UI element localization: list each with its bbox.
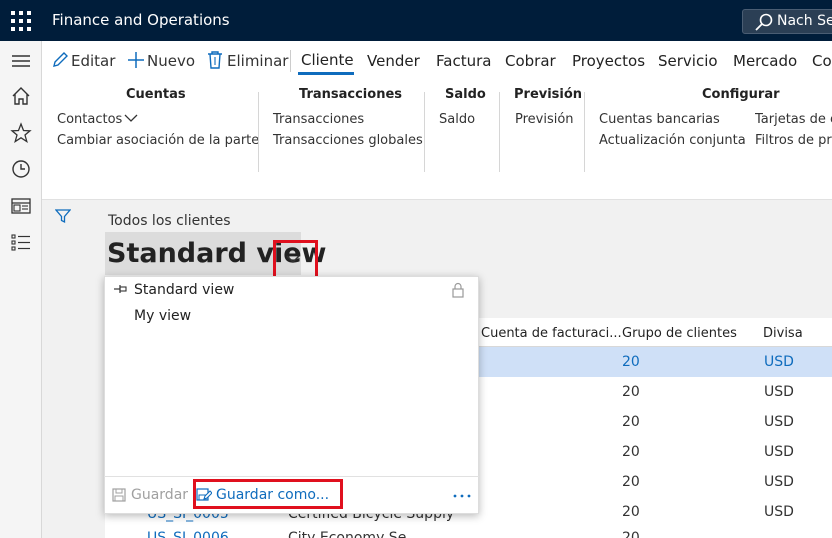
column-header[interactable]: Divisa bbox=[763, 326, 803, 341]
table-cell[interactable]: USD bbox=[764, 384, 794, 400]
view-option-my-view[interactable]: My view bbox=[134, 308, 191, 324]
save-icon bbox=[112, 488, 126, 502]
active-tab-indicator bbox=[298, 72, 354, 75]
add-plus-icon bbox=[128, 52, 144, 68]
ribbon-separator bbox=[424, 92, 425, 172]
dropdown-footer-divider bbox=[104, 476, 479, 477]
tab-overflow[interactable]: Co bbox=[812, 52, 832, 70]
ribbon-separator bbox=[584, 92, 585, 172]
ribbon-saldo[interactable]: Saldo bbox=[439, 112, 475, 127]
ribbon-cambiar-asociacion[interactable]: Cambiar asociación de la parte bbox=[57, 133, 259, 148]
search-icon bbox=[755, 13, 773, 31]
workspaces-icon[interactable] bbox=[10, 195, 32, 217]
ribbon-transacciones-globales[interactable]: Transacciones globales bbox=[273, 133, 423, 148]
ribbon-cuentas-bancarias[interactable]: Cuentas bancarias bbox=[599, 112, 720, 127]
filter-icon[interactable] bbox=[55, 208, 71, 224]
ribbon-tarjetas[interactable]: Tarjetas de cr bbox=[755, 112, 832, 127]
column-header[interactable]: Grupo de clientes bbox=[622, 326, 737, 341]
group-title-saldo: Saldo bbox=[445, 87, 486, 102]
group-title-transacciones: Transacciones bbox=[299, 87, 402, 102]
table-cell[interactable]: USD bbox=[764, 504, 794, 520]
table-cell[interactable]: 20 bbox=[622, 444, 640, 460]
recent-clock-icon[interactable] bbox=[10, 158, 32, 180]
hamburger-menu-icon[interactable] bbox=[10, 50, 32, 72]
left-navigation bbox=[0, 41, 42, 538]
search-input[interactable]: Nach Se bbox=[777, 13, 832, 29]
table-cell[interactable]: 20 bbox=[622, 504, 640, 520]
tab-proyectos[interactable]: Proyectos bbox=[572, 52, 645, 70]
more-options-icon[interactable] bbox=[453, 494, 471, 498]
tab-mercado[interactable]: Mercado bbox=[733, 52, 797, 70]
edit-pencil-icon bbox=[53, 52, 68, 67]
home-icon[interactable] bbox=[10, 85, 32, 107]
table-cell-account[interactable]: US_SI_0006 bbox=[147, 531, 229, 538]
save-view-button[interactable]: Guardar bbox=[131, 487, 188, 503]
breadcrumb: Todos los clientes bbox=[108, 213, 231, 229]
tab-cliente[interactable]: Cliente bbox=[301, 51, 354, 69]
table-cell[interactable]: 20 bbox=[622, 474, 640, 490]
ribbon-prevision[interactable]: Previsión bbox=[515, 112, 574, 127]
tab-factura[interactable]: Factura bbox=[436, 52, 491, 70]
modules-list-icon[interactable] bbox=[10, 231, 32, 253]
delete-button[interactable]: Eliminar bbox=[227, 52, 288, 70]
group-title-prevision: Previsión bbox=[514, 87, 583, 102]
chevron-down-icon[interactable] bbox=[124, 114, 138, 123]
table-cell[interactable]: USD bbox=[764, 354, 794, 370]
table-cell[interactable]: 20 bbox=[622, 354, 640, 370]
ribbon-actualizacion-conjunta[interactable]: Actualización conjunta bbox=[599, 133, 746, 148]
app-title: Finance and Operations bbox=[52, 11, 230, 29]
group-title-cuentas: Cuentas bbox=[126, 87, 186, 102]
ribbon-filtros[interactable]: Filtros de pro bbox=[755, 133, 832, 148]
table-cell[interactable]: USD bbox=[764, 474, 794, 490]
table-cell[interactable]: 20 bbox=[622, 531, 640, 538]
column-header[interactable]: Cuenta de facturaci... bbox=[481, 326, 622, 341]
ribbon-separator bbox=[258, 92, 259, 172]
app-launcher-icon[interactable] bbox=[11, 11, 31, 31]
table-cell[interactable]: City Economy Se bbox=[288, 531, 406, 538]
group-title-configurar: Configurar bbox=[702, 87, 780, 102]
table-cell[interactable]: USD bbox=[764, 414, 794, 430]
table-cell[interactable]: USD bbox=[764, 444, 794, 460]
pin-icon bbox=[114, 285, 127, 293]
tab-cobrar[interactable]: Cobrar bbox=[505, 52, 556, 70]
view-option-standard[interactable]: Standard view bbox=[134, 282, 234, 298]
table-cell[interactable]: 20 bbox=[622, 414, 640, 430]
tab-servicio[interactable]: Servicio bbox=[658, 52, 718, 70]
ribbon-contactos[interactable]: Contactos bbox=[57, 112, 122, 127]
new-button[interactable]: Nuevo bbox=[147, 52, 195, 70]
table-cell[interactable]: 20 bbox=[622, 384, 640, 400]
delete-trash-icon bbox=[208, 51, 222, 69]
edit-button[interactable]: Editar bbox=[71, 52, 115, 70]
ribbon-transacciones[interactable]: Transacciones bbox=[273, 112, 364, 127]
favorites-star-icon[interactable] bbox=[10, 122, 32, 144]
lock-icon bbox=[452, 282, 464, 298]
ribbon-separator bbox=[499, 92, 500, 172]
tab-vender[interactable]: Vender bbox=[367, 52, 420, 70]
action-separator bbox=[290, 50, 291, 72]
highlight-box bbox=[193, 479, 343, 509]
